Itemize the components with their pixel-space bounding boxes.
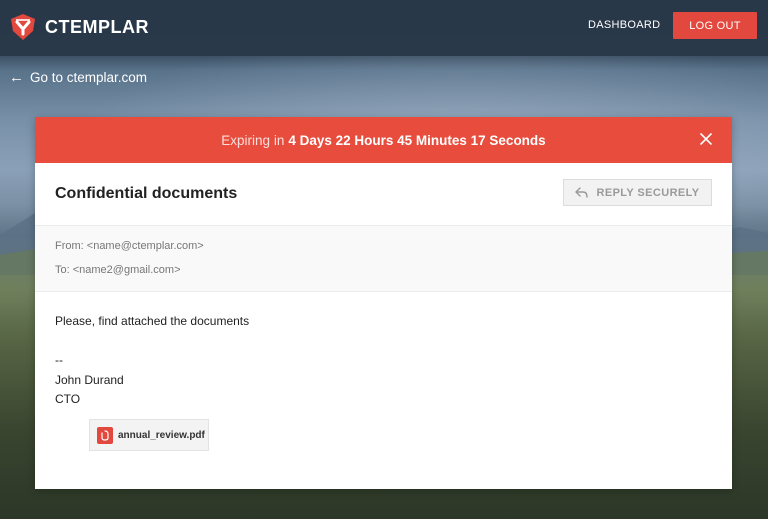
sender-address: From: <name@ctemplar.com> (55, 240, 204, 252)
pdf-file-icon (97, 426, 113, 444)
expiration-prefix: Expiring in (221, 132, 285, 148)
reply-button-label: REPLY SECURELY (596, 186, 700, 199)
dashboard-link[interactable]: DASHBOARD (588, 19, 660, 31)
message-card: Expiring in 4 Days 22 Hours 45 Minutes 1… (35, 117, 732, 489)
recipient-address: To: <name2@gmail.com> (55, 264, 181, 276)
body-text: Please, find attached the documents (55, 314, 250, 328)
message-subject: Confidential documents (55, 185, 238, 202)
message-body: Please, find attached the documents -- J… (35, 292, 732, 410)
close-icon (700, 133, 712, 145)
reply-securely-button[interactable]: REPLY SECURELY (563, 179, 712, 206)
signature-title: CTO (55, 392, 81, 406)
attachment-chip[interactable]: annual_review.pdf (89, 419, 209, 451)
expiration-banner: Expiring in 4 Days 22 Hours 45 Minutes 1… (35, 117, 732, 163)
reply-arrow-icon (575, 187, 589, 198)
signature-separator: -- (55, 353, 63, 367)
signature-name: John Durand (55, 372, 124, 387)
message-header: Confidential documents REPLY SECURELY (35, 163, 732, 226)
arrow-left-icon: ← (9, 69, 24, 86)
close-button[interactable] (696, 129, 716, 149)
attachment-filename: annual_review.pdf (118, 429, 205, 441)
top-navigation-bar: CTEMPLAR DASHBOARD LOG OUT (0, 0, 768, 56)
brand-logo[interactable]: CTEMPLAR (8, 12, 149, 42)
message-meta: From: <name@ctemplar.com> To: <name2@gma… (35, 226, 732, 292)
brand-name: CTEMPLAR (45, 16, 149, 37)
back-to-site-link[interactable]: ← Go to ctemplar.com (9, 69, 147, 86)
expiration-countdown: 4 Days 22 Hours 45 Minutes 17 Seconds (288, 132, 546, 148)
ctemplar-shield-icon (11, 14, 35, 40)
logout-button[interactable]: LOG OUT (673, 12, 757, 39)
back-link-label: Go to ctemplar.com (30, 70, 148, 85)
